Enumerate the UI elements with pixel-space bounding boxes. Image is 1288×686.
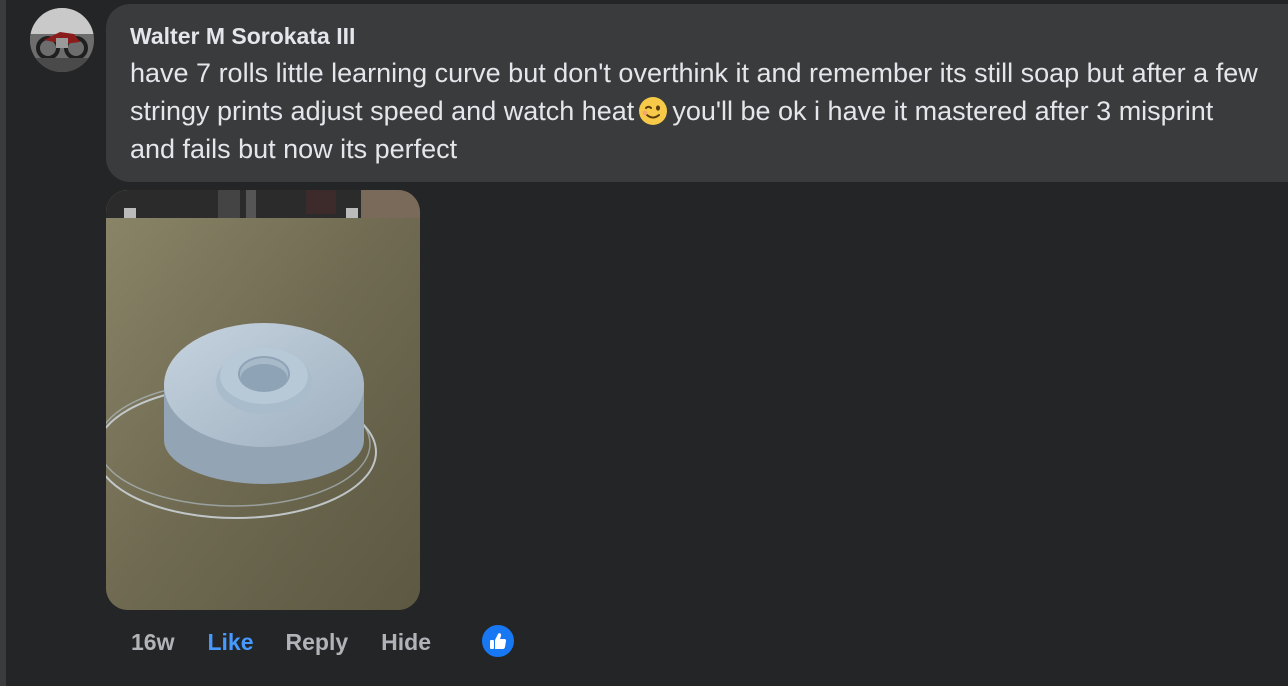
comment-text: have 7 rolls little learning curve but d… — [130, 54, 1264, 168]
comment-bubble: Walter M Sorokata III have 7 rolls littl… — [106, 4, 1288, 182]
motorcycle-photo-icon — [30, 8, 94, 72]
thumbs-up-icon — [490, 633, 507, 649]
reply-button[interactable]: Reply — [286, 629, 349, 656]
comment-timestamp[interactable]: 16w — [131, 629, 174, 656]
printed-spool-image — [106, 190, 420, 610]
reaction-badge[interactable] — [480, 623, 516, 659]
comment-photo[interactable] — [106, 190, 420, 610]
comment-actions: 16w Like Reply Hide — [131, 622, 431, 662]
hide-button[interactable]: Hide — [381, 629, 431, 656]
comment-author[interactable]: Walter M Sorokata III — [130, 22, 1264, 50]
avatar[interactable] — [30, 8, 94, 72]
winking-face-emoji — [639, 97, 668, 125]
thread-line — [0, 0, 6, 686]
like-button[interactable]: Like — [207, 629, 253, 656]
